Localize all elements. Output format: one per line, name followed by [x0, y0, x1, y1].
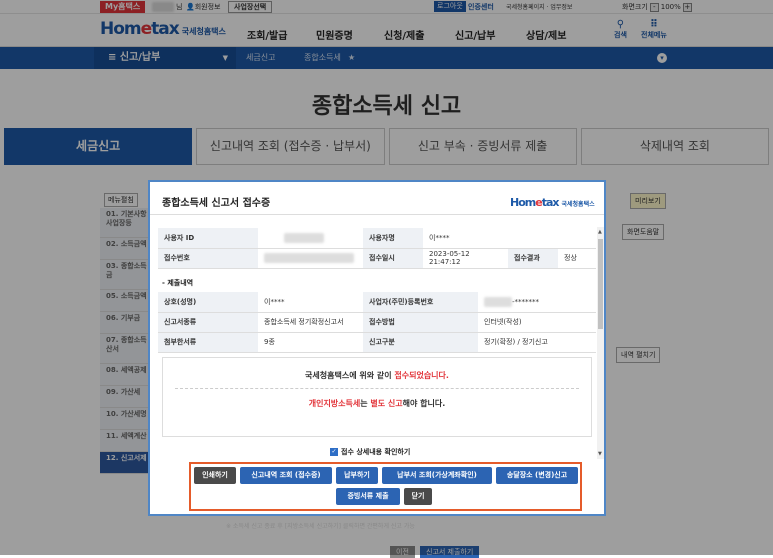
return-type-label: 신고서종류 — [158, 312, 258, 333]
scroll-up-icon[interactable]: ▲ — [598, 229, 602, 235]
receipt-no-value — [258, 248, 363, 269]
modal-logo-subtitle: 국세청홈택스 — [561, 201, 595, 208]
company-label: 상호(성명) — [158, 292, 258, 313]
category-value: 정기(확정) / 정기신고 — [478, 332, 596, 353]
notice-local-tax: 개인지방소득세는 별도 신고해야 합니다. — [308, 399, 446, 408]
modal-title: 종합소득세 신고서 접수증 — [162, 198, 271, 209]
notice-received: 국세청홈택스에 위와 같이 접수되었습니다. — [305, 371, 449, 380]
user-id-label: 사용자 ID — [158, 228, 258, 249]
company-value: 이**** — [258, 292, 363, 313]
return-type-value: 종합소득세 정기확정신고서 — [258, 312, 363, 333]
user-name-value: 이**** — [423, 228, 596, 249]
modal-header: 종합소득세 신고서 접수증 Hometax 국세청홈택스 — [150, 182, 604, 215]
attach-label: 첨부한서류 — [158, 332, 258, 353]
action-button-group: 인쇄하기 신고내역 조회 (접수증) 납부하기 납부서 조회(가상계좌확인) 송… — [189, 462, 582, 511]
scroll-thumb[interactable] — [598, 239, 603, 329]
method-value: 인터넷(작성) — [478, 312, 596, 333]
evidence-submit-button[interactable]: 증빙서류 제출 — [336, 488, 400, 505]
notice-box: 국세청홈택스에 위와 같이 접수되었습니다. 개인지방소득세는 별도 신고해야 … — [162, 357, 592, 437]
result-value: 정상 — [558, 248, 596, 269]
attach-value: 9종 — [258, 332, 363, 353]
user-info-table: 사용자 ID 사용자명 이**** 접수번호 접수일시 2023-05-12 2… — [158, 228, 596, 269]
submission-section-title: - 제출내역 — [162, 279, 194, 287]
pay-slip-button[interactable]: 납부서 조회(가상계좌확인) — [382, 467, 492, 484]
notice-divider — [175, 388, 579, 389]
filing-history-button[interactable]: 신고내역 조회 (접수증) — [240, 467, 332, 484]
biz-no-value: -******* — [478, 292, 596, 313]
pay-button[interactable]: 납부하기 — [336, 467, 378, 484]
modal-scrollbar[interactable]: ▲ ▼ — [597, 227, 604, 459]
biz-no-label: 사업자(주민)등록번호 — [363, 292, 478, 313]
close-button[interactable]: 닫기 — [404, 488, 432, 505]
submission-table: 상호(성명) 이**** 사업자(주민)등록번호 -******* 신고서종류 … — [158, 292, 596, 353]
receipt-time-value: 2023-05-12 21:47:12 — [423, 248, 508, 269]
receipt-modal: 종합소득세 신고서 접수증 Hometax 국세청홈택스 ▲ ▼ 사용자 ID … — [148, 180, 606, 516]
method-label: 접수방법 — [363, 312, 478, 333]
receipt-time-label: 접수일시 — [363, 248, 423, 269]
user-name-label: 사용자명 — [363, 228, 423, 249]
scroll-down-icon[interactable]: ▼ — [598, 451, 602, 457]
modal-logo: Hometax 국세청홈택스 — [510, 196, 595, 209]
check-icon[interactable]: ✓ — [330, 448, 338, 456]
print-button[interactable]: 인쇄하기 — [194, 467, 236, 484]
delivery-address-button[interactable]: 송달장소 (변경)신고 — [496, 467, 578, 484]
result-label: 접수결과 — [508, 248, 558, 269]
modal-logo-text: Hometax — [510, 196, 559, 209]
category-label: 신고구분 — [363, 332, 478, 353]
receipt-no-label: 접수번호 — [158, 248, 258, 269]
user-id-value — [258, 228, 363, 249]
confirm-details-checkbox[interactable]: ✓ 접수 상세내용 확인하기 — [330, 447, 410, 457]
